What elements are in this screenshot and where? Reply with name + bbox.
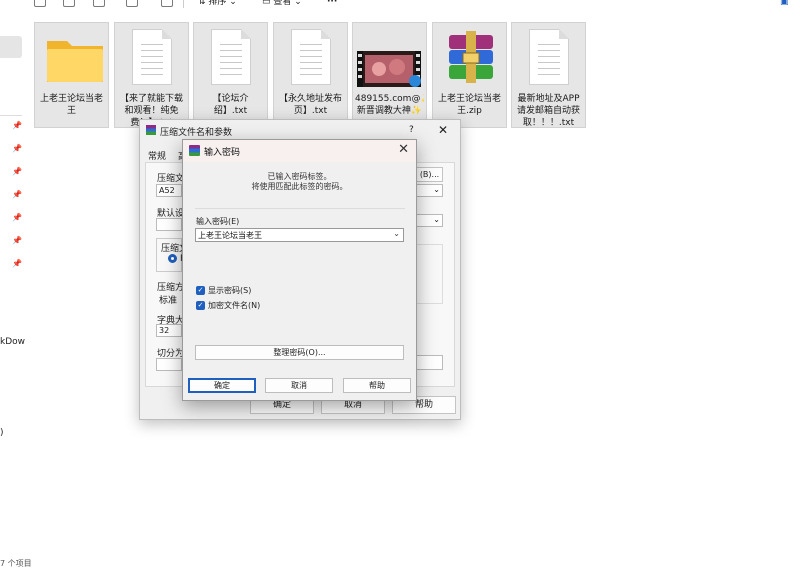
dialog-title: 压缩文件名和参数: [160, 128, 233, 138]
file-name: 489155.com@✨新晋调教大神✨: [355, 94, 424, 116]
help-button[interactable]: 帮助: [343, 378, 411, 393]
method-value[interactable]: 标准: [159, 293, 177, 306]
enter-password-dialog: 输入密码 ✕ 已输入密码标签。 将使用匹配此标签的密码。 输入密码(E) 上老王…: [182, 139, 417, 401]
copy-icon[interactable]: [63, 0, 75, 7]
new-icon[interactable]: [34, 0, 46, 7]
chevron-down-icon[interactable]: ⌄: [393, 229, 400, 238]
separator: [195, 208, 405, 209]
file-name: 最新地址及APP请发邮箱自动获取！！！.txt: [516, 94, 580, 128]
file-name: 上老王论坛当老王: [39, 94, 103, 116]
text-file-icon: [204, 29, 258, 87]
file-tile-txt[interactable]: 【来了就能下载和观看！纯免费！】.txt: [114, 22, 189, 128]
file-tile-txt[interactable]: 最新地址及APP请发邮箱自动获取！！！.txt: [511, 22, 586, 128]
organize-passwords-button[interactable]: 整理密码(O)...: [195, 345, 404, 360]
pin-icon[interactable]: 📌: [12, 190, 22, 199]
pin-icon[interactable]: 📌: [12, 167, 22, 176]
password-value: 上老王论坛当老王: [198, 231, 262, 240]
chevron-down-icon: ⌄: [229, 0, 237, 7]
winrar-archive-icon: [443, 29, 497, 87]
nav-item-label[interactable]: kDow: [0, 337, 25, 347]
text-file-icon: [522, 29, 576, 87]
view-button[interactable]: ▭ 查看 ⌄: [262, 0, 302, 8]
dialog-titlebar[interactable]: 输入密码 ✕: [183, 140, 416, 162]
dialog-title: 输入密码: [204, 148, 241, 158]
share-icon[interactable]: [126, 0, 138, 7]
rename-icon[interactable]: [93, 0, 105, 7]
text-file-icon: [125, 29, 179, 87]
split-select[interactable]: [156, 358, 182, 371]
sort-button[interactable]: ⇅ 排序 ⌄: [198, 0, 237, 8]
pin-icon[interactable]: 📌: [12, 236, 22, 245]
file-tile-txt[interactable]: 【论坛介绍】.txt: [193, 22, 268, 128]
file-tile-video[interactable]: 489155.com@✨新晋调教大神✨: [352, 22, 427, 128]
method-label: 压缩方: [157, 283, 185, 293]
chevron-down-icon: ⌄: [294, 0, 302, 7]
encrypt-filenames-label[interactable]: 加密文件名(N): [208, 300, 260, 311]
pin-icon[interactable]: 📌: [12, 121, 22, 130]
folder-icon: [45, 29, 103, 87]
file-tile-folder[interactable]: 上老王论坛当老王: [34, 22, 109, 128]
video-thumbnail-icon: [357, 51, 421, 87]
chevron-down-icon: ⌄: [433, 215, 440, 224]
password-label: 输入密码(E): [196, 217, 240, 226]
navigation-pane: 📌 📌 📌 📌 📌 📌 📌 kDow ): [0, 14, 28, 562]
options-select[interactable]: ⌄: [416, 214, 443, 227]
close-icon[interactable]: ✕: [398, 142, 409, 157]
pin-icon[interactable]: 📌: [12, 144, 22, 153]
browse-button[interactable]: (B)...: [416, 167, 443, 182]
delete-icon[interactable]: [161, 0, 173, 7]
file-name: 【论坛介绍】.txt: [212, 94, 249, 116]
profile-field[interactable]: [156, 218, 182, 231]
update-mode-select[interactable]: ⌄: [416, 184, 443, 197]
close-icon[interactable]: ✕: [438, 123, 448, 137]
nav-divider: [0, 115, 22, 116]
sort-label: 排序: [208, 0, 227, 7]
file-name: 上老王论坛当老王.zip: [437, 94, 501, 116]
sort-icon: ⇅: [198, 0, 209, 7]
text-file-icon: [284, 29, 338, 87]
encrypt-filenames-checkbox[interactable]: ✓: [196, 301, 205, 310]
pin-icon[interactable]: 📌: [12, 259, 22, 268]
options-group: [416, 244, 443, 304]
hint-line-2: 将使用匹配此标签的密码。: [251, 182, 348, 191]
cancel-button[interactable]: 取消: [265, 378, 333, 393]
toolbar-divider: [183, 0, 184, 8]
nav-item-label[interactable]: ): [0, 428, 4, 438]
file-tile-txt[interactable]: 【永久地址发布页】.txt: [273, 22, 348, 128]
winrar-icon: [146, 125, 156, 135]
view-label: 查看: [273, 0, 292, 7]
tab-general[interactable]: 常规: [148, 149, 166, 162]
explorer-toolbar: ⇅ 排序 ⌄ ▭ 查看 ⌄ ··· ▣: [0, 0, 800, 14]
set-password-area[interactable]: [416, 355, 443, 370]
winrar-icon: [189, 145, 200, 156]
archive-name-field[interactable]: A52: [156, 184, 182, 197]
dictionary-select[interactable]: 32: [156, 324, 182, 337]
chevron-down-icon: ⌄: [433, 185, 440, 194]
help-icon[interactable]: ?: [409, 125, 414, 135]
password-input[interactable]: 上老王论坛当老王 ⌄: [195, 228, 404, 242]
show-password-checkbox[interactable]: ✓: [196, 286, 205, 295]
pin-icon[interactable]: 📌: [12, 213, 22, 222]
view-icon: ▭: [262, 0, 274, 7]
file-name: 【永久地址发布页】.txt: [278, 94, 342, 116]
details-pane-icon[interactable]: ▣: [780, 0, 789, 8]
format-radio[interactable]: [168, 254, 177, 263]
ok-button[interactable]: 确定: [188, 378, 256, 393]
more-options-button[interactable]: ···: [327, 0, 337, 8]
status-bar-count: 7 个项目: [0, 559, 32, 568]
nav-selected-item[interactable]: [0, 36, 22, 58]
show-password-label[interactable]: 显示密码(S): [208, 285, 251, 296]
archive-name-label: 压缩文: [157, 174, 185, 184]
file-tile-zip[interactable]: 上老王论坛当老王.zip: [432, 22, 507, 128]
